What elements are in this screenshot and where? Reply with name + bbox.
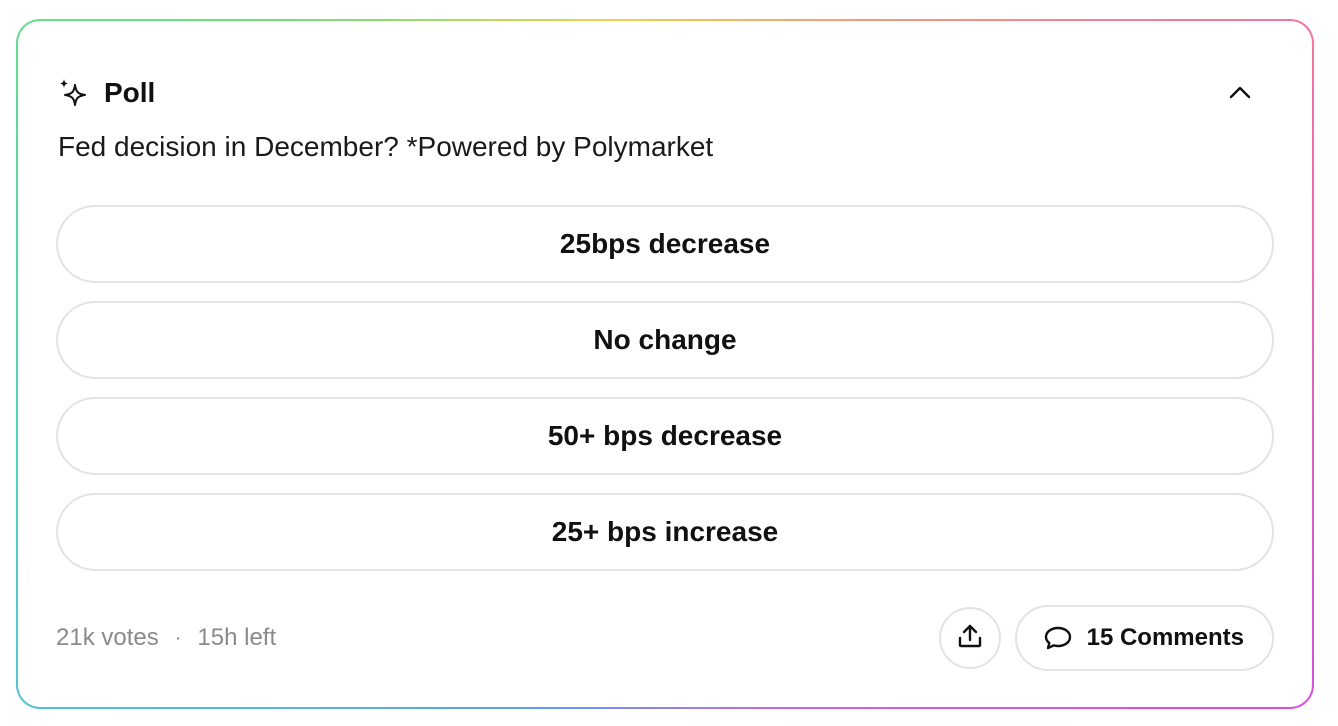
poll-header: Poll [56, 73, 1274, 113]
poll-title: Poll [104, 77, 156, 108]
poll-option-25bps-increase[interactable]: 25+ bps increase [56, 493, 1274, 571]
comments-label: 15 Comments [1086, 624, 1244, 651]
share-button[interactable] [938, 607, 1001, 669]
time-left: 15h left [197, 624, 277, 651]
poll-card-border: Poll Fed decision in December? *Powered … [16, 19, 1314, 709]
poll-actions: 15 Comments [938, 605, 1274, 671]
poll-meta: 21k votes · 15h left [56, 624, 276, 652]
speech-bubble-icon [1043, 624, 1073, 652]
poll-options: 25bps decrease No change 50+ bps decreas… [56, 205, 1274, 589]
poll-option-50bps-decrease[interactable]: 50+ bps decrease [56, 397, 1274, 475]
poll-option-no-change[interactable]: No change [56, 301, 1274, 379]
poll-footer: 21k votes · 15h left 15 Comments [56, 605, 1274, 671]
meta-separator: · [174, 626, 182, 649]
poll-question: Fed decision in December? *Powered by Po… [58, 131, 714, 162]
vote-count: 21k votes [56, 624, 159, 651]
poll-option-25bps-decrease[interactable]: 25bps decrease [56, 205, 1274, 283]
chevron-up-icon[interactable] [1222, 75, 1258, 111]
share-upload-icon [956, 622, 984, 655]
poll-card: Poll Fed decision in December? *Powered … [18, 21, 1312, 707]
comments-button[interactable]: 15 Comments [1014, 605, 1274, 671]
sparkle-icon [56, 76, 90, 110]
